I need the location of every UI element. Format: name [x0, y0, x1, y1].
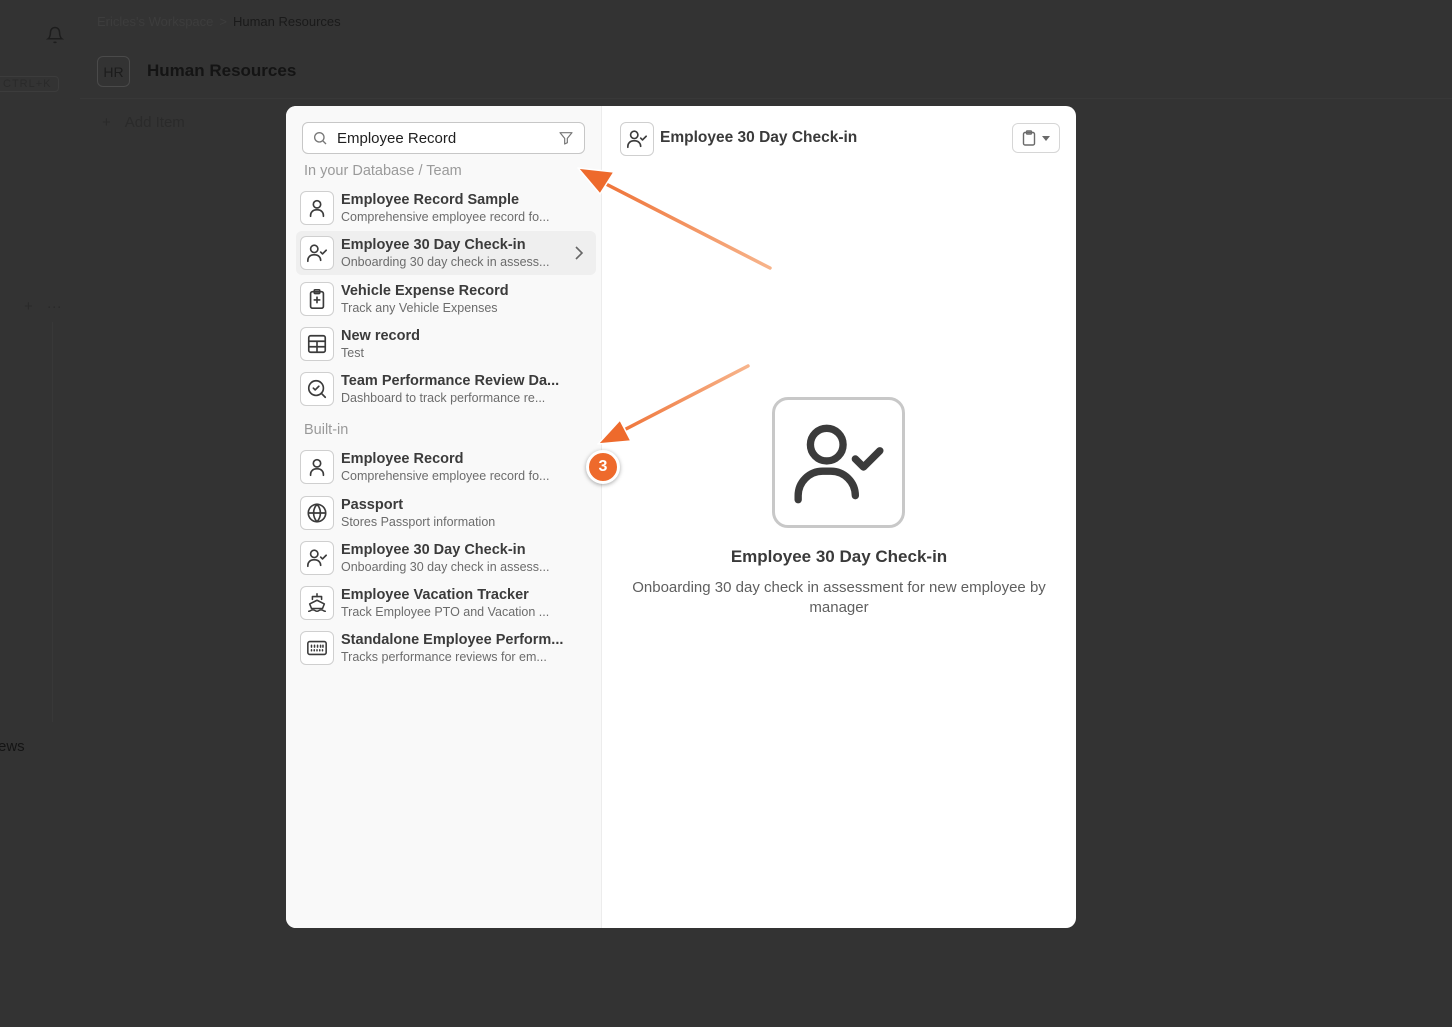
- result-item[interactable]: Employee Vacation Tracker Track Employee…: [296, 581, 596, 625]
- user-icon: [309, 199, 325, 218]
- section-label-team: In your Database / Team: [304, 163, 462, 179]
- result-item[interactable]: Vehicle Expense Record Track any Vehicle…: [296, 277, 596, 321]
- result-item[interactable]: Standalone Employee Perform... Tracks pe…: [296, 626, 596, 670]
- result-item-title: Standalone Employee Perform...: [341, 632, 564, 648]
- preview-large-icon-box: [772, 397, 905, 528]
- user-check-icon: [307, 244, 327, 263]
- result-item-subtitle: Onboarding 30 day check in assess...: [341, 560, 550, 574]
- search-box[interactable]: [302, 122, 585, 154]
- user-icon: [309, 458, 325, 477]
- breadcrumb-workspace[interactable]: Ericles's Workspace: [97, 14, 213, 29]
- result-item-text: Team Performance Review Da... Dashboard …: [341, 372, 567, 406]
- user-check-icon: [307, 549, 327, 568]
- add-item-label: Add Item: [124, 114, 185, 131]
- template-picker-modal: In your Database / Team Employee Record …: [286, 106, 1076, 928]
- side-panel-edge: [52, 322, 62, 722]
- chevron-right-icon: [575, 246, 584, 260]
- preview-pane: Employee 30 Day Check-in Employee 30 Day…: [602, 106, 1076, 928]
- more-icon[interactable]: ···: [47, 298, 62, 315]
- clipboard-plus-icon: [309, 289, 325, 309]
- result-item-selected[interactable]: Employee 30 Day Check-in Onboarding 30 d…: [296, 231, 596, 275]
- user-check-icon: [793, 424, 884, 503]
- result-item-subtitle: Stores Passport information: [341, 515, 496, 529]
- preview-title: Employee 30 Day Check-in: [730, 547, 948, 566]
- result-item[interactable]: Employee Record Comprehensive employee r…: [296, 445, 596, 489]
- preview-header-title: Employee 30 Day Check-in: [660, 129, 858, 146]
- search-icon: [314, 132, 327, 145]
- bell-icon[interactable]: [46, 26, 64, 44]
- filter-icon[interactable]: [558, 130, 574, 146]
- result-item-text: Employee 30 Day Check-in Onboarding 30 d…: [341, 236, 567, 270]
- result-item-title: Employee 30 Day Check-in: [341, 542, 526, 558]
- keyboard-icon: [307, 640, 327, 656]
- globe-icon-box: [300, 496, 334, 530]
- result-item-text: Vehicle Expense Record Track any Vehicle…: [341, 282, 567, 316]
- result-item[interactable]: Employee Record Sample Comprehensive emp…: [296, 186, 596, 230]
- result-item-text: Employee Vacation Tracker Track Employee…: [341, 586, 567, 620]
- result-item-title: Employee 30 Day Check-in: [341, 237, 526, 253]
- result-item-title: Employee Record Sample: [341, 192, 520, 208]
- breadcrumb-separator: >: [219, 14, 227, 29]
- result-item-text: Employee Record Comprehensive employee r…: [341, 450, 567, 484]
- caret-down-icon: [1042, 135, 1050, 141]
- result-item-subtitle: Dashboard to track performance re...: [341, 391, 546, 405]
- search-input[interactable]: [337, 123, 558, 153]
- clipboard-icon: [1022, 130, 1036, 146]
- result-item-text: Passport Stores Passport information: [341, 496, 567, 530]
- result-item-text: Employee Record Sample Comprehensive emp…: [341, 191, 567, 225]
- result-item-subtitle: Track Employee PTO and Vacation ...: [341, 605, 550, 619]
- result-item-subtitle: Onboarding 30 day check in assess...: [341, 255, 550, 269]
- result-item-subtitle: Track any Vehicle Expenses: [341, 301, 498, 315]
- breadcrumb: Ericles's Workspace > Human Resources: [97, 14, 341, 29]
- section-actions: + ···: [24, 298, 62, 315]
- table-icon: [307, 334, 327, 354]
- table-icon-box: [300, 327, 334, 361]
- globe-icon: [307, 503, 327, 523]
- result-item-title: New record: [341, 328, 420, 344]
- clipboard-plus-icon-box: [300, 282, 334, 316]
- result-item-subtitle: Comprehensive employee record fo...: [341, 469, 550, 483]
- result-item-subtitle: Test: [341, 346, 364, 360]
- ship-icon: [307, 593, 327, 613]
- user-icon-box: [300, 450, 334, 484]
- result-item-text: New record Test: [341, 327, 567, 361]
- result-item-title: Passport: [341, 497, 404, 513]
- page-title: Human Resources: [147, 61, 297, 80]
- search-check-icon: [307, 379, 327, 399]
- result-item-text: Employee 30 Day Check-in Onboarding 30 d…: [341, 541, 567, 575]
- preview-description: Onboarding 30 day check in assessment fo…: [632, 579, 1046, 616]
- result-item-title: Vehicle Expense Record: [341, 283, 509, 299]
- user-icon-box: [300, 191, 334, 225]
- plus-icon[interactable]: +: [24, 298, 33, 315]
- step-number-badge: 3: [586, 450, 620, 484]
- result-item-title: Employee Vacation Tracker: [341, 587, 529, 603]
- views-label: ews: [0, 738, 25, 755]
- result-item[interactable]: Employee 30 Day Check-in Onboarding 30 d…: [296, 536, 596, 580]
- results-pane: In your Database / Team Employee Record …: [286, 106, 602, 928]
- copy-dropdown-button[interactable]: [1012, 123, 1060, 153]
- result-item[interactable]: Passport Stores Passport information: [296, 491, 596, 535]
- result-item-title: Employee Record: [341, 451, 464, 467]
- ship-icon-box: [300, 586, 334, 620]
- breadcrumb-current[interactable]: Human Resources: [233, 14, 341, 29]
- result-item-text: Standalone Employee Perform... Tracks pe…: [341, 631, 567, 665]
- search-check-icon-box: [300, 372, 334, 406]
- user-check-icon-box: [300, 236, 334, 270]
- keyboard-icon-box: [300, 631, 334, 665]
- result-item-subtitle: Comprehensive employee record fo...: [341, 210, 550, 224]
- user-check-icon: [627, 130, 647, 149]
- section-label-builtin: Built-in: [304, 422, 349, 438]
- result-item-subtitle: Tracks performance reviews for em...: [341, 650, 547, 664]
- search-shortcut-hint: CTRL+K: [0, 76, 59, 92]
- plus-icon: +: [102, 114, 111, 131]
- result-item-title: Team Performance Review Da...: [341, 373, 560, 389]
- page-badge: HR: [97, 56, 130, 87]
- add-item-button[interactable]: + Add Item: [102, 114, 185, 131]
- user-check-icon-box: [300, 541, 334, 575]
- header-divider: [80, 98, 1452, 99]
- preview-header-icon-box: [620, 122, 654, 156]
- result-item[interactable]: Team Performance Review Da... Dashboard …: [296, 367, 596, 411]
- result-item[interactable]: New record Test: [296, 322, 596, 366]
